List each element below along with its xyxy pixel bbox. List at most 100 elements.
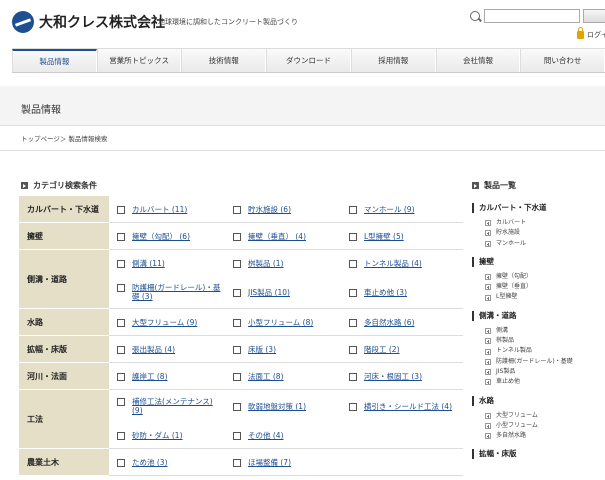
option-link[interactable]: 桝製品 (1) (248, 259, 284, 268)
option-link[interactable]: 側溝 (11) (132, 259, 165, 268)
sidebar-category[interactable]: 擁壁 (472, 256, 605, 267)
checkbox-option[interactable]: その他 (4) (225, 431, 341, 440)
option-link[interactable]: その他 (4) (248, 431, 284, 440)
checkbox[interactable] (117, 458, 125, 467)
option-link[interactable]: 車止め他 (3) (364, 288, 407, 297)
checkbox-option[interactable]: 擁壁（勾配） (6) (109, 232, 225, 241)
option-link[interactable]: 小型フリューム (8) (248, 318, 313, 327)
sidebar-item[interactable]: 車止め他 (485, 377, 605, 387)
nav-item[interactable]: 製品情報 (12, 49, 97, 72)
sidebar-category[interactable]: 水路 (472, 395, 605, 406)
checkbox[interactable] (233, 318, 241, 327)
option-link[interactable]: L型擁壁 (5) (364, 232, 404, 241)
checkbox[interactable] (349, 345, 357, 354)
sidebar-item[interactable]: 大型フリューム (485, 411, 605, 421)
checkbox-option[interactable]: 軟弱地盤対策 (1) (225, 402, 341, 411)
checkbox[interactable] (233, 259, 241, 268)
option-link[interactable]: 河床・根固工 (3) (364, 372, 422, 381)
checkbox[interactable] (117, 372, 125, 381)
option-link[interactable]: 貯水施設 (6) (248, 205, 291, 214)
checkbox-option[interactable]: 横引き・シールド工法 (4) (341, 402, 457, 411)
option-link[interactable]: ため池 (3) (132, 458, 168, 467)
checkbox[interactable] (117, 205, 125, 214)
sidebar-item[interactable]: 防護柵(ガードレール)・基礎 (485, 357, 605, 367)
checkbox-option[interactable]: 擁壁（垂直） (4) (225, 232, 341, 241)
nav-item[interactable]: 会社情報 (435, 49, 521, 72)
sidebar-item[interactable]: カルバート (485, 218, 605, 228)
option-link[interactable]: 軟弱地盤対策 (1) (248, 402, 306, 411)
checkbox[interactable] (117, 318, 125, 327)
sidebar-item[interactable]: 貯水施設 (485, 228, 605, 238)
checkbox[interactable] (349, 232, 357, 241)
checkbox-option[interactable]: 大型フリューム (9) (109, 318, 225, 327)
checkbox[interactable] (117, 232, 125, 241)
checkbox[interactable] (117, 345, 125, 354)
sidebar-item[interactable]: トンネル製品 (485, 346, 605, 356)
checkbox-option[interactable]: 桝製品 (1) (225, 259, 341, 268)
option-link[interactable]: トンネル製品 (4) (364, 259, 422, 268)
option-link[interactable]: 護岸工 (8) (132, 372, 168, 381)
checkbox-option[interactable]: マンホール (9) (341, 205, 457, 214)
checkbox[interactable] (117, 284, 125, 292)
nav-item[interactable]: 採用情報 (350, 49, 436, 72)
option-link[interactable]: 床版 (3) (248, 345, 276, 354)
sidebar-item[interactable]: 擁壁（勾配） (485, 272, 605, 282)
option-link[interactable]: 法面工 (8) (248, 372, 284, 381)
option-link[interactable]: 大型フリューム (9) (132, 318, 197, 327)
checkbox[interactable] (233, 458, 241, 467)
option-link[interactable]: 多自然水路 (6) (364, 318, 415, 327)
sidebar-category[interactable]: カルバート・下水道 (472, 203, 605, 213)
checkbox[interactable] (349, 402, 357, 411)
option-link[interactable]: カルバート (11) (132, 205, 187, 214)
checkbox[interactable] (349, 372, 357, 381)
nav-item[interactable]: 問い合わせ (520, 49, 605, 72)
checkbox[interactable] (117, 259, 125, 268)
option-link[interactable]: 張出製品 (4) (132, 345, 175, 354)
sidebar-item[interactable]: JIS製品 (485, 367, 605, 377)
option-link[interactable]: ほ場整備 (7) (248, 458, 291, 467)
option-link[interactable]: 防護柵(ガードレール)・基礎 (3) (132, 283, 225, 301)
option-link[interactable]: 補修工法(メンテナンス) (9) (132, 397, 225, 415)
sidebar-item[interactable]: 擁壁（垂直） (485, 282, 605, 292)
checkbox-option[interactable]: 小型フリューム (8) (225, 318, 341, 327)
nav-item[interactable]: 技術情報 (181, 49, 267, 72)
checkbox[interactable] (349, 205, 357, 214)
checkbox[interactable] (349, 288, 357, 297)
checkbox-option[interactable]: L型擁壁 (5) (341, 232, 457, 241)
option-link[interactable]: 砂防・ダム (1) (132, 431, 183, 440)
checkbox-option[interactable]: 車止め他 (3) (341, 288, 457, 297)
sidebar-item[interactable]: マンホール (485, 239, 605, 249)
checkbox-option[interactable]: 河床・根固工 (3) (341, 372, 457, 381)
checkbox-option[interactable]: 側溝 (11) (109, 259, 225, 268)
login-link[interactable]: ログイン (577, 27, 605, 40)
sidebar-category[interactable]: 拡幅・床版 (472, 449, 605, 460)
checkbox[interactable] (233, 402, 241, 411)
option-link[interactable]: 擁壁（勾配） (6) (132, 232, 190, 241)
checkbox-option[interactable]: 多自然水路 (6) (341, 318, 457, 327)
checkbox[interactable] (233, 232, 241, 241)
checkbox[interactable] (233, 288, 241, 297)
option-link[interactable]: 擁壁（垂直） (4) (248, 232, 306, 241)
checkbox[interactable] (349, 259, 357, 268)
nav-item[interactable]: ダウンロード (266, 49, 351, 72)
checkbox-option[interactable]: 貯水施設 (6) (225, 205, 341, 214)
checkbox-option[interactable]: 補修工法(メンテナンス) (9) (109, 397, 225, 415)
sidebar-category[interactable]: 側溝・道路 (472, 310, 605, 321)
checkbox-option[interactable]: ほ場整備 (7) (225, 458, 341, 467)
option-link[interactable]: JIS製品 (10) (248, 288, 290, 297)
company-logo[interactable]: 大和クレス株式会社 (12, 11, 165, 33)
sidebar-item[interactable]: 側溝 (485, 326, 605, 336)
nav-item[interactable]: 営業所トピックス (96, 49, 182, 72)
breadcrumb[interactable]: トップページ＞ 製品情報検索 (21, 133, 107, 143)
checkbox[interactable] (117, 431, 125, 440)
checkbox-option[interactable]: トンネル製品 (4) (341, 259, 457, 268)
checkbox-option[interactable]: 防護柵(ガードレール)・基礎 (3) (109, 283, 225, 301)
sidebar-item[interactable]: 小型フリューム (485, 421, 605, 431)
search-input[interactable] (484, 9, 580, 23)
search-button[interactable] (583, 9, 605, 23)
checkbox-option[interactable]: 砂防・ダム (1) (109, 431, 225, 440)
checkbox-option[interactable]: カルバート (11) (109, 205, 225, 214)
option-link[interactable]: マンホール (9) (364, 205, 415, 214)
option-link[interactable]: 横引き・シールド工法 (4) (364, 402, 452, 411)
checkbox-option[interactable]: 護岸工 (8) (109, 372, 225, 381)
